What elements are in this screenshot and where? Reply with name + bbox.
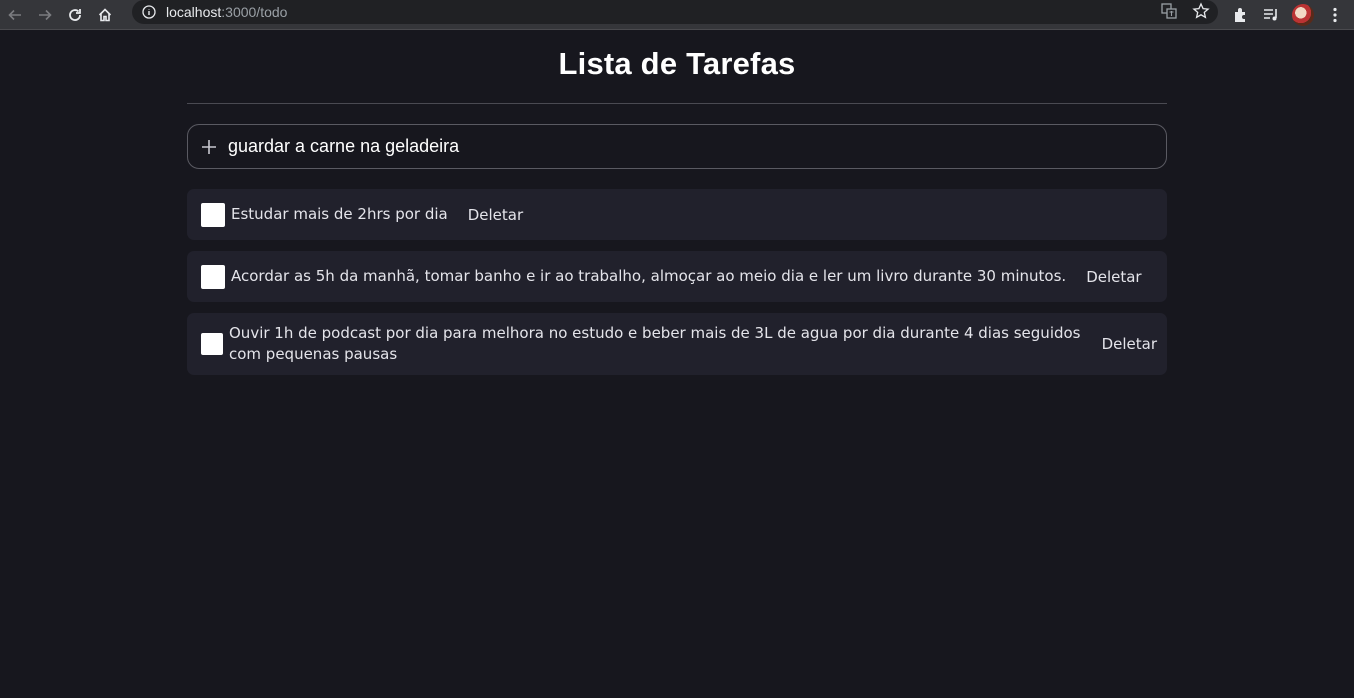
url-path: :3000/todo xyxy=(221,4,288,20)
todo-checkbox[interactable] xyxy=(201,202,225,227)
todo-page: Lista de Tarefas Estudar mais de 2hrs po… xyxy=(187,30,1167,375)
new-todo-field[interactable] xyxy=(187,124,1167,169)
delete-button[interactable]: Deletar xyxy=(468,206,523,224)
forward-button[interactable] xyxy=(30,0,60,30)
arrow-right-icon xyxy=(39,9,52,20)
profile-avatar[interactable] xyxy=(1292,4,1314,26)
todo-text: Ouvir 1h de podcast por dia para melhora… xyxy=(229,324,1081,363)
info-icon xyxy=(142,5,156,19)
todo-text: Estudar mais de 2hrs por dia xyxy=(231,205,448,223)
page-title: Lista de Tarefas xyxy=(558,46,796,81)
extensions-icon[interactable] xyxy=(1232,6,1250,24)
kebab-menu-icon[interactable] xyxy=(1326,6,1344,24)
plus-icon[interactable] xyxy=(200,138,218,156)
url-text: localhost:3000/todo xyxy=(166,4,287,20)
media-control-icon[interactable] xyxy=(1262,6,1280,24)
translate-icon[interactable] xyxy=(1160,2,1178,20)
home-button[interactable] xyxy=(90,0,120,30)
todo-text: Acordar as 5h da manhã, tomar banho e ir… xyxy=(231,267,1067,285)
arrow-left-icon xyxy=(8,9,21,20)
delete-button[interactable]: Deletar xyxy=(1086,268,1141,286)
url-host: localhost xyxy=(166,4,222,20)
new-todo-input[interactable] xyxy=(228,136,1128,157)
bookmark-star-icon[interactable] xyxy=(1192,2,1210,20)
todo-checkbox[interactable] xyxy=(201,264,225,289)
todo-checkbox[interactable] xyxy=(201,333,223,355)
todo-item: Ouvir 1h de podcast por dia para melhora… xyxy=(187,313,1167,375)
todo-list: Estudar mais de 2hrs por dia Deletar Aco… xyxy=(187,189,1167,375)
home-icon xyxy=(98,7,112,21)
todo-item: Acordar as 5h da manhã, tomar banho e ir… xyxy=(187,251,1167,302)
reload-icon xyxy=(69,8,81,21)
address-bar[interactable]: localhost:3000/todo xyxy=(132,0,1218,24)
delete-button[interactable]: Deletar xyxy=(1082,335,1157,353)
reload-button[interactable] xyxy=(60,0,90,30)
todo-item: Estudar mais de 2hrs por dia Deletar xyxy=(187,189,1167,240)
back-button[interactable] xyxy=(0,0,30,30)
browser-toolbar: localhost:3000/todo xyxy=(0,0,1354,30)
title-divider xyxy=(187,103,1167,104)
